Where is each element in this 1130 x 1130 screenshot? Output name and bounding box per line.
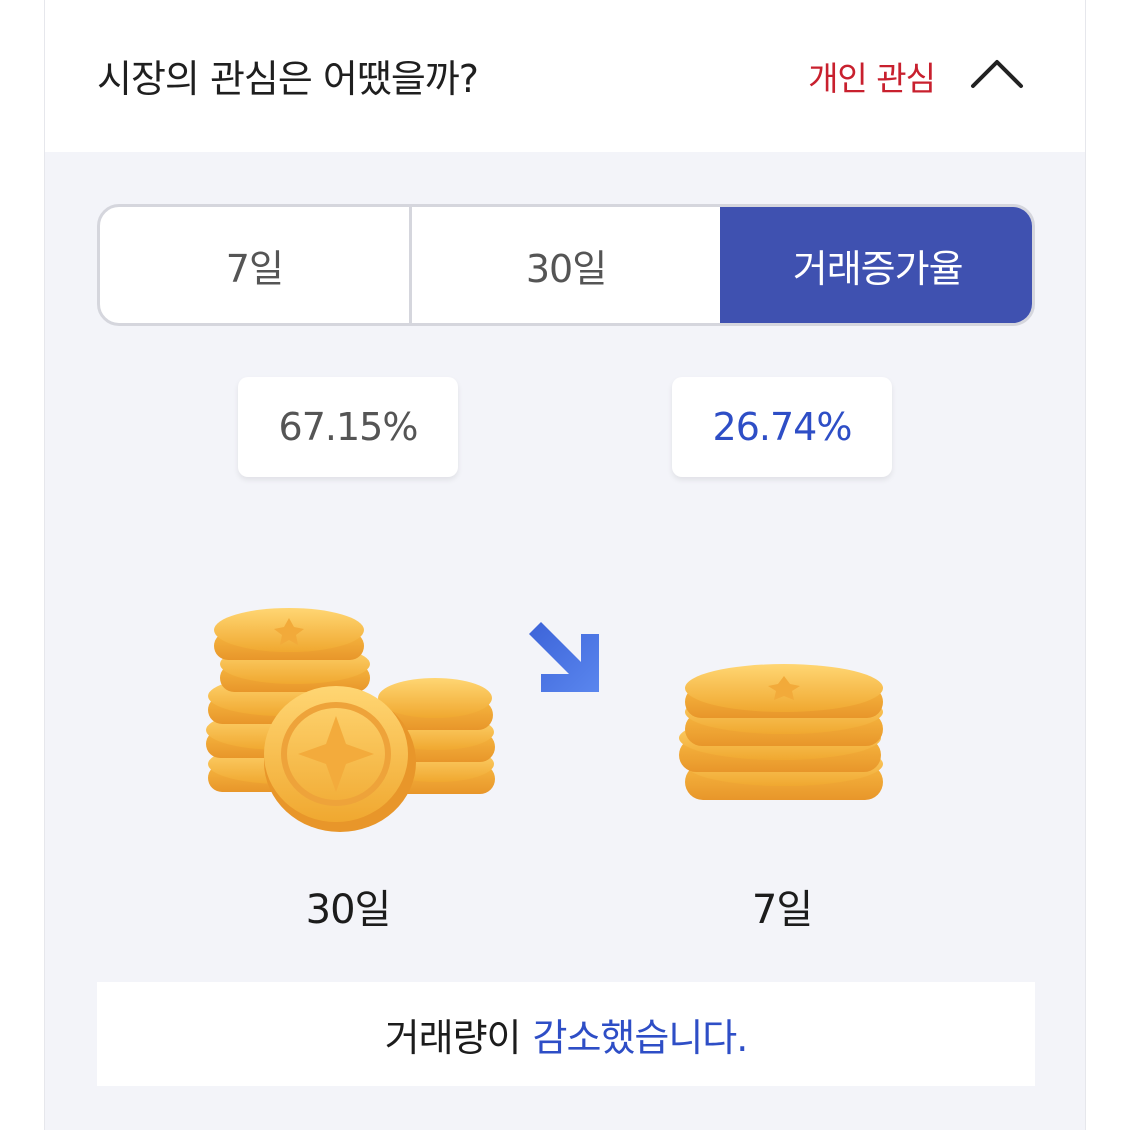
card-body: 7일 30일 거래증가율 67.15% 26.74% 30일 7일 거래량이 감… [45,152,1085,1130]
result-message: 거래량이 감소했습니다. [97,982,1035,1086]
card-title: 시장의 관심은 어땠을까? [97,57,479,101]
card-header[interactable]: 시장의 관심은 어땠을까? 개인 관심 [45,0,1085,152]
result-highlight: 감소했습니다. [532,1015,749,1060]
chevron-up-icon[interactable] [967,52,1027,92]
right-percent-badge: 26.74% [672,377,892,477]
period-tabs: 7일 30일 거래증가율 [97,204,1035,326]
left-percent-badge: 67.15% [238,377,458,477]
interest-tag: 개인 관심 [808,59,936,98]
coin-stack-large-icon [206,608,495,832]
result-prefix: 거래량이 [384,1015,522,1060]
left-period-label: 30일 [305,887,392,933]
tab-30days[interactable]: 30일 [408,207,721,323]
market-interest-card: 시장의 관심은 어땠을까? 개인 관심 7일 30일 거래증가율 67.15% … [44,0,1086,1130]
tab-7days[interactable]: 7일 [100,207,409,323]
right-period-label: 7일 [751,887,813,933]
coin-stack-small-icon [679,664,883,800]
tab-volume-growth[interactable]: 거래증가율 [720,207,1032,323]
arrow-down-right-icon [529,622,599,692]
